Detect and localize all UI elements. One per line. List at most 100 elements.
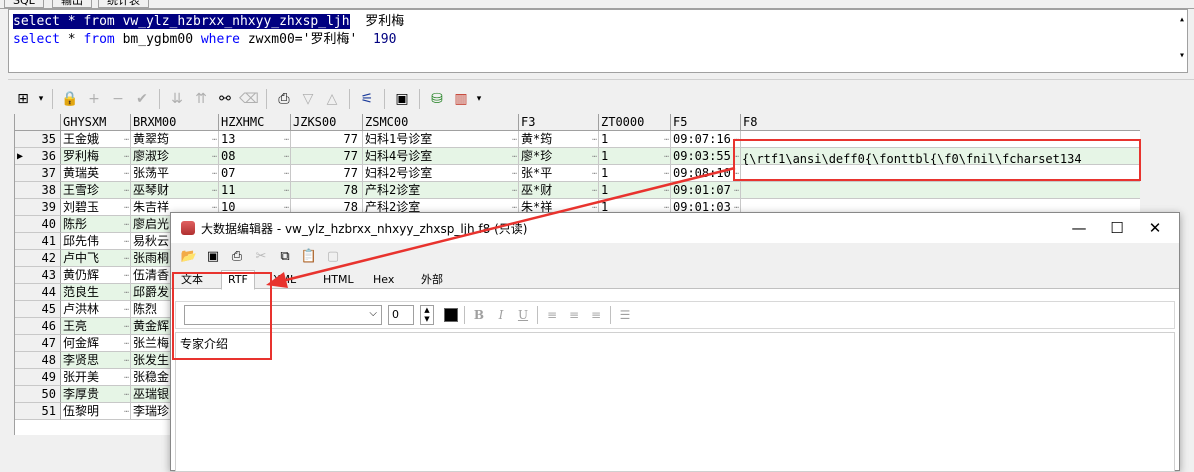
table-cell[interactable] bbox=[741, 182, 1140, 199]
row-number[interactable]: 41 bbox=[15, 233, 61, 250]
table-cell[interactable]: 妇科2号诊室… bbox=[363, 165, 519, 182]
ellipsis-icon[interactable]: … bbox=[512, 199, 517, 213]
ellipsis-icon[interactable]: … bbox=[664, 148, 669, 162]
ellipsis-icon[interactable]: … bbox=[212, 199, 217, 213]
save-icon[interactable]: ▣ bbox=[391, 88, 413, 110]
tab-external[interactable]: 外部 bbox=[415, 271, 449, 289]
paste-icon[interactable]: 📋 bbox=[299, 246, 319, 266]
font-color-swatch[interactable] bbox=[444, 308, 458, 322]
ellipsis-icon[interactable]: … bbox=[734, 182, 739, 196]
table-cell[interactable]: 李贤思… bbox=[61, 352, 131, 369]
rtf-editor[interactable]: 专家介绍 bbox=[175, 332, 1175, 472]
table-cell[interactable]: 邱先伟… bbox=[61, 233, 131, 250]
table-cell[interactable]: 王金娥… bbox=[61, 131, 131, 148]
underline-icon[interactable]: U bbox=[515, 306, 531, 324]
ellipsis-icon[interactable]: … bbox=[512, 165, 517, 179]
ellipsis-icon[interactable]: … bbox=[592, 148, 597, 162]
ellipsis-icon[interactable]: … bbox=[124, 182, 129, 196]
table-cell[interactable]: 1… bbox=[599, 165, 671, 182]
table-cell[interactable]: 77 bbox=[291, 165, 363, 182]
row-number[interactable]: 42 bbox=[15, 250, 61, 267]
row-number[interactable]: 38 bbox=[15, 182, 61, 199]
ellipsis-icon[interactable]: … bbox=[284, 182, 289, 196]
ellipsis-icon[interactable]: … bbox=[284, 165, 289, 179]
filter-up-icon[interactable]: ⇈ bbox=[190, 88, 212, 110]
triangle-down-icon[interactable]: ▽ bbox=[297, 88, 319, 110]
table-cell[interactable]: 09:03:55… bbox=[671, 148, 741, 165]
tree-icon[interactable]: ⚟ bbox=[356, 88, 378, 110]
ellipsis-icon[interactable]: … bbox=[124, 131, 129, 145]
column-header[interactable]: ZSMC00 bbox=[363, 114, 519, 131]
table-cell[interactable]: 刘碧玉… bbox=[61, 199, 131, 216]
ellipsis-icon[interactable]: … bbox=[284, 148, 289, 162]
row-number[interactable]: 44 bbox=[15, 284, 61, 301]
copy-icon[interactable]: ⧉ bbox=[275, 246, 295, 266]
italic-icon[interactable]: I bbox=[493, 306, 509, 324]
ellipsis-icon[interactable]: … bbox=[664, 131, 669, 145]
ellipsis-icon[interactable]: … bbox=[124, 386, 129, 400]
table-cell[interactable]: 13… bbox=[219, 131, 291, 148]
chart-icon[interactable]: ▥ bbox=[450, 88, 472, 110]
table-cell[interactable]: 范良生… bbox=[61, 284, 131, 301]
ellipsis-icon[interactable]: … bbox=[124, 267, 129, 281]
row-number[interactable]: 40 bbox=[15, 216, 61, 233]
row-number[interactable]: 37 bbox=[15, 165, 61, 182]
scroll-up-icon[interactable]: ▴ bbox=[1179, 14, 1185, 25]
database-icon[interactable]: ⛁ bbox=[426, 88, 448, 110]
maximize-button[interactable]: ☐ bbox=[1101, 217, 1133, 239]
column-header[interactable]: F5 bbox=[671, 114, 741, 131]
chevron-down-icon[interactable]: ▾ bbox=[36, 88, 46, 110]
ellipsis-icon[interactable]: … bbox=[124, 233, 129, 247]
align-left-icon[interactable]: ≡ bbox=[544, 306, 560, 324]
row-number[interactable]: 35 bbox=[15, 131, 61, 148]
scroll-down-icon[interactable]: ▾ bbox=[1179, 50, 1185, 61]
column-header[interactable]: HZXHMC bbox=[219, 114, 291, 131]
filter-down-icon[interactable]: ⇊ bbox=[166, 88, 188, 110]
ellipsis-icon[interactable]: … bbox=[124, 318, 129, 332]
lock-icon[interactable]: 🔒 bbox=[59, 88, 81, 110]
tab-statistics[interactable]: 统计表 bbox=[98, 0, 149, 8]
table-cell[interactable]: 廖*珍… bbox=[519, 148, 599, 165]
ellipsis-icon[interactable]: … bbox=[212, 131, 217, 145]
dialog-titlebar[interactable]: 大数据编辑器 - vw_ylz_hzbrxx_nhxyy_zhxsp_ljh.f… bbox=[171, 213, 1179, 243]
ellipsis-icon[interactable]: … bbox=[124, 250, 129, 264]
table-cell[interactable]: 张*平… bbox=[519, 165, 599, 182]
table-cell[interactable]: 黄瑞英… bbox=[61, 165, 131, 182]
binoculars-icon[interactable]: ⚯ bbox=[214, 88, 236, 110]
table-cell[interactable]: 07… bbox=[219, 165, 291, 182]
column-header[interactable]: GHYSXM bbox=[61, 114, 131, 131]
table-cell[interactable]: 黄仍辉… bbox=[61, 267, 131, 284]
table-cell[interactable]: 1… bbox=[599, 148, 671, 165]
table-cell[interactable]: 巫琴财… bbox=[131, 182, 219, 199]
table-cell[interactable]: 伍黎明… bbox=[61, 403, 131, 420]
bold-icon[interactable]: B bbox=[471, 306, 487, 324]
column-header[interactable]: BRXM00 bbox=[131, 114, 219, 131]
table-cell[interactable]: 产科2诊室… bbox=[363, 182, 519, 199]
table-cell[interactable]: 巫*财… bbox=[519, 182, 599, 199]
print-icon[interactable]: ⎙ bbox=[273, 88, 295, 110]
table-cell[interactable]: 卢中飞… bbox=[61, 250, 131, 267]
ellipsis-icon[interactable]: … bbox=[212, 148, 217, 162]
ellipsis-icon[interactable]: … bbox=[512, 131, 517, 145]
table-cell[interactable]: 1… bbox=[599, 131, 671, 148]
ellipsis-icon[interactable]: … bbox=[212, 165, 217, 179]
sql-editor[interactable]: select * from vw_ylz_hzbrxx_nhxyy_zhxsp_… bbox=[8, 9, 1188, 73]
table-cell[interactable]: 妇科4号诊室… bbox=[363, 148, 519, 165]
tab-xml[interactable]: XML bbox=[267, 271, 302, 289]
table-cell[interactable]: 09:08:10… bbox=[671, 165, 741, 182]
ellipsis-icon[interactable]: … bbox=[512, 182, 517, 196]
tab-sql[interactable]: SQL bbox=[4, 0, 44, 8]
font-size-input[interactable]: 0 bbox=[388, 305, 414, 325]
ellipsis-icon[interactable]: … bbox=[664, 165, 669, 179]
ellipsis-icon[interactable]: … bbox=[212, 182, 217, 196]
table-cell[interactable]: 09:07:16… bbox=[671, 131, 741, 148]
table-cell[interactable]: 77 bbox=[291, 131, 363, 148]
ellipsis-icon[interactable]: … bbox=[284, 131, 289, 145]
triangle-up-icon[interactable]: △ bbox=[321, 88, 343, 110]
grid-icon[interactable]: ⊞ bbox=[12, 88, 34, 110]
plus-icon[interactable]: + bbox=[83, 88, 105, 110]
ellipsis-icon[interactable]: … bbox=[664, 182, 669, 196]
minimize-button[interactable]: — bbox=[1063, 217, 1095, 239]
table-cell[interactable]: 李厚贵… bbox=[61, 386, 131, 403]
ellipsis-icon[interactable]: … bbox=[592, 165, 597, 179]
